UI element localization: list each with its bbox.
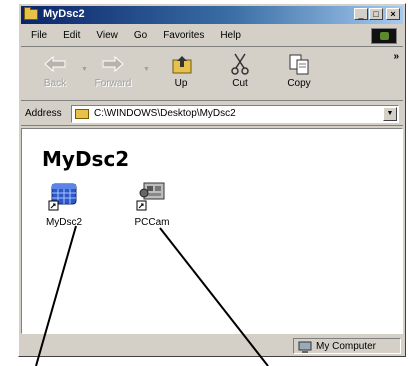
callout-line-pccam: [159, 227, 269, 366]
callout-lines: [35, 225, 269, 366]
callout-line-mydsc2: [35, 225, 77, 366]
